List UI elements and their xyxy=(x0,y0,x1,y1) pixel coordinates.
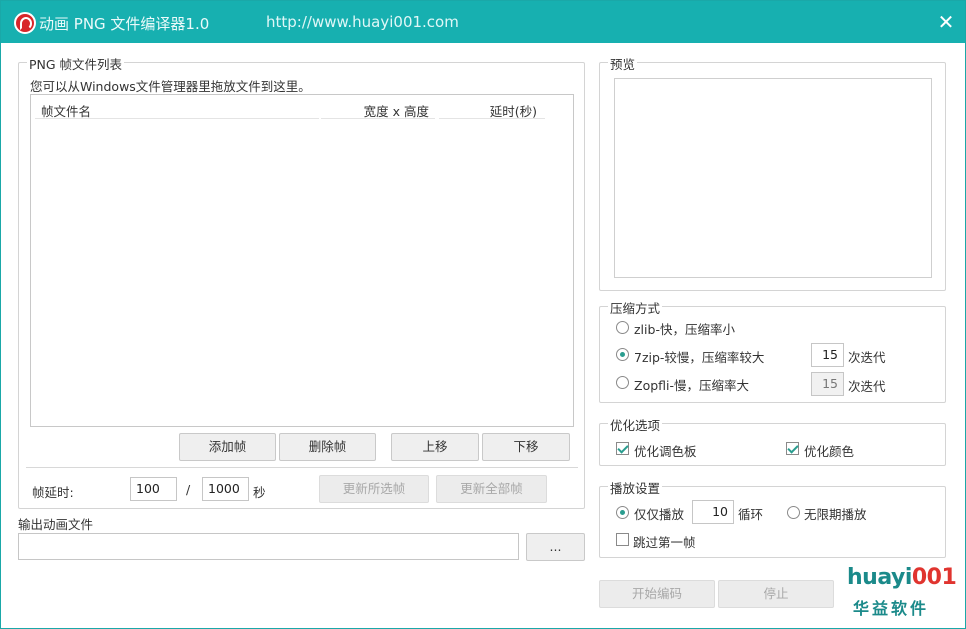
divider xyxy=(26,467,578,468)
delay-slash: / xyxy=(186,482,191,497)
7zip-iterations-label: 次迭代 xyxy=(848,350,886,365)
compression-group-title: 压缩方式 xyxy=(608,298,663,317)
7zip-label[interactable]: 7zip-较慢，压缩率较大 xyxy=(634,347,764,366)
zopfli-label[interactable]: Zopfli-慢，压缩率大 xyxy=(634,375,749,394)
frames-group-title: PNG 帧文件列表 xyxy=(27,54,125,73)
zlib-radio[interactable] xyxy=(616,321,629,334)
window-title: 动画 PNG 文件编译器1.0 xyxy=(39,15,210,33)
preview-canvas xyxy=(614,78,932,278)
optimize-palette-checkbox[interactable] xyxy=(616,442,629,455)
optimize-colors-label[interactable]: 优化颜色 xyxy=(804,441,854,460)
preview-group-title: 预览 xyxy=(608,54,638,73)
zopfli-iterations-label: 次迭代 xyxy=(848,379,886,394)
delay-unit-label: 秒 xyxy=(253,485,266,500)
huayi-logo: huayi001 华益软件 xyxy=(847,565,957,619)
delete-frame-button[interactable]: 删除帧 xyxy=(279,433,376,461)
logo-suffix: 001 xyxy=(911,565,957,590)
title-bar[interactable]: 动画 PNG 文件编译器1.0 http://www.huayi001.com … xyxy=(1,1,965,43)
optimize-group-title: 优化选项 xyxy=(608,415,663,434)
play-only-label[interactable]: 仅仅播放 xyxy=(634,504,684,523)
loop-label: 循环 xyxy=(738,507,764,522)
7zip-radio[interactable] xyxy=(616,348,629,361)
zopfli-radio[interactable] xyxy=(616,376,629,389)
optimize-palette-label[interactable]: 优化调色板 xyxy=(634,441,697,460)
add-frame-button[interactable]: 添加帧 xyxy=(179,433,276,461)
frame-list[interactable]: 帧文件名 宽度 x 高度 延时(秒) xyxy=(30,94,574,427)
zlib-label[interactable]: zlib-快，压缩率小 xyxy=(634,319,735,338)
loop-count-input[interactable]: 10 xyxy=(692,500,734,524)
logo-prefix: huayi xyxy=(847,565,912,590)
optimize-colors-checkbox[interactable] xyxy=(786,442,799,455)
frame-delay-label: 帧延时: xyxy=(32,485,74,500)
logo-chinese: 华益软件 xyxy=(853,599,930,618)
output-label: 输出动画文件 xyxy=(18,517,94,532)
infinite-play-label[interactable]: 无限期播放 xyxy=(804,504,867,523)
browse-button[interactable]: ... xyxy=(526,533,585,561)
update-all-button[interactable]: 更新全部帧 xyxy=(436,475,547,503)
update-selected-button[interactable]: 更新所选帧 xyxy=(319,475,429,503)
output-file-input[interactable] xyxy=(18,533,519,560)
app-window: 动画 PNG 文件编译器1.0 http://www.huayi001.com … xyxy=(0,0,966,629)
logo-wordmark: huayi001 xyxy=(847,565,957,590)
move-up-button[interactable]: 上移 xyxy=(391,433,479,461)
play-only-radio[interactable] xyxy=(616,506,629,519)
zopfli-iterations-input[interactable]: 15 xyxy=(811,372,844,396)
skip-first-label[interactable]: 跳过第一帧 xyxy=(633,532,696,551)
app-logo-icon xyxy=(14,12,36,34)
7zip-iterations-input[interactable]: 15 xyxy=(811,343,844,367)
column-header-delay[interactable]: 延时(秒) xyxy=(439,101,545,119)
delay-numerator-input[interactable]: 100 xyxy=(130,477,177,501)
infinite-play-radio[interactable] xyxy=(787,506,800,519)
playback-group-title: 播放设置 xyxy=(608,478,663,497)
delay-denominator-input[interactable]: 1000 xyxy=(202,477,249,501)
column-header-filename[interactable]: 帧文件名 xyxy=(35,101,319,119)
close-icon[interactable]: ✕ xyxy=(937,12,955,32)
drag-hint: 您可以从Windows文件管理器里拖放文件到这里。 xyxy=(30,79,311,94)
stop-button[interactable]: 停止 xyxy=(718,580,834,608)
skip-first-checkbox[interactable] xyxy=(616,533,629,546)
window-url: http://www.huayi001.com xyxy=(266,13,459,31)
move-down-button[interactable]: 下移 xyxy=(482,433,570,461)
column-header-size[interactable]: 宽度 x 高度 xyxy=(321,101,435,119)
start-encode-button[interactable]: 开始编码 xyxy=(599,580,715,608)
